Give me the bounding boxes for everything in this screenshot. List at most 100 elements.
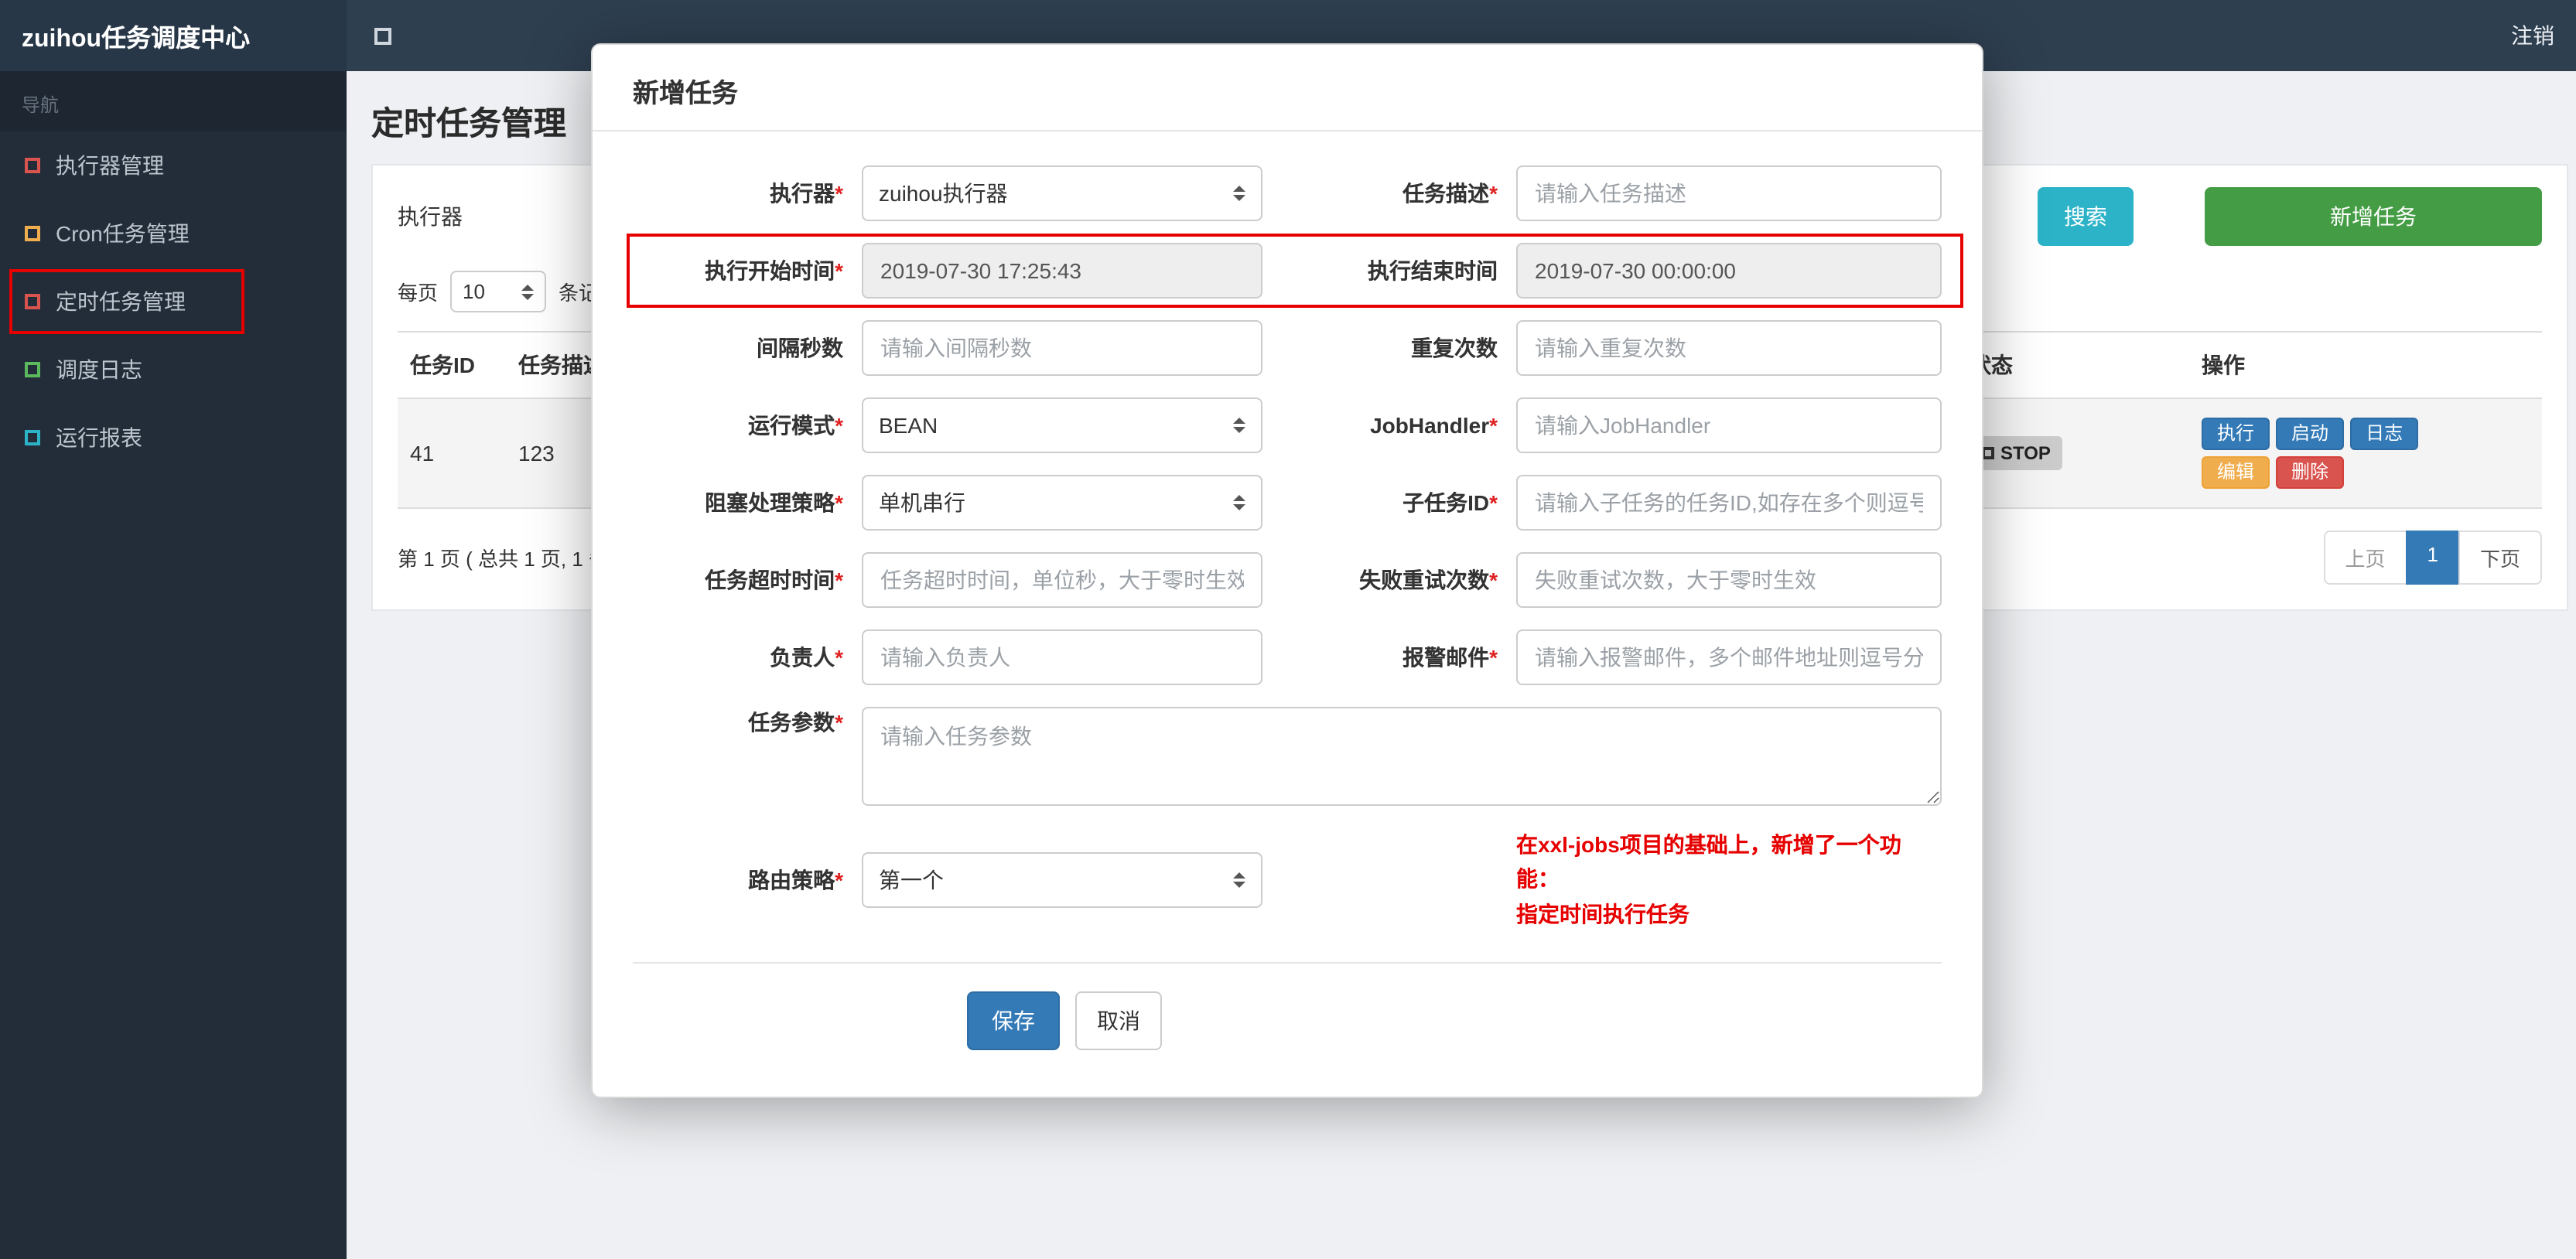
end-time-input[interactable]	[1516, 243, 1942, 299]
delete-button[interactable]: 删除	[2276, 456, 2345, 490]
run-mode-select[interactable]: BEAN	[862, 397, 1262, 453]
select-caret-icon	[1233, 186, 1245, 201]
fail-retry-input[interactable]	[1516, 552, 1942, 608]
executor-select-value: zuihou执行器	[879, 181, 1008, 206]
job-handler-input[interactable]	[1516, 397, 1942, 453]
save-button[interactable]: 保存	[967, 991, 1060, 1051]
select-caret-icon	[1233, 418, 1245, 433]
header-actions: 操作	[2189, 331, 2542, 399]
run-mode-select-value: BEAN	[879, 413, 938, 438]
sidebar-item-run-report[interactable]: 运行报表	[0, 404, 347, 472]
field-label: 执行开始时间*	[705, 258, 843, 283]
field-label: 路由策略*	[748, 867, 843, 892]
required-asterisk: *	[1489, 181, 1498, 206]
sidebar-item-cron-manage[interactable]: Cron任务管理	[0, 200, 347, 268]
sidebar-item-executor-manage[interactable]: 执行器管理	[0, 131, 347, 200]
modal-note: 在xxl-jobs项目的基础上，新增了一个功能： 指定时间执行任务	[1516, 827, 1942, 931]
next-page-button[interactable]: 下页	[2458, 531, 2542, 585]
start-time-input[interactable]	[862, 243, 1262, 299]
start-button[interactable]: 启动	[2276, 418, 2345, 451]
per-page-prefix-label: 每页	[398, 281, 439, 305]
owner-input[interactable]	[862, 630, 1262, 685]
log-button[interactable]: 日志	[2350, 418, 2419, 451]
modal-note-line1: 在xxl-jobs项目的基础上，新增了一个功能：	[1516, 832, 1901, 892]
required-asterisk: *	[835, 181, 843, 206]
app-brand: zuihou任务调度中心	[0, 0, 347, 71]
square-icon	[25, 362, 40, 377]
square-icon	[25, 430, 40, 445]
modal-body: 执行器* zuihou执行器 任务描述* 执行开始时间*	[593, 131, 1982, 964]
status-cell: STOP	[1957, 398, 2189, 510]
field-label: 子任务ID*	[1402, 490, 1498, 515]
interval-input[interactable]	[862, 320, 1262, 376]
field-label: 失败重试次数*	[1359, 568, 1498, 592]
required-asterisk: *	[835, 645, 843, 670]
sidebar-item-label: 定时任务管理	[56, 289, 186, 314]
required-asterisk: *	[1489, 490, 1498, 515]
prev-page-button[interactable]: 上页	[2323, 531, 2407, 585]
field-label: 执行器*	[770, 181, 843, 206]
modal-note-line2: 指定时间执行任务	[1516, 901, 1689, 926]
select-caret-icon	[1233, 872, 1245, 888]
field-label: 任务超时时间*	[705, 568, 843, 592]
add-job-button[interactable]: 新增任务	[2205, 187, 2542, 246]
field-label: 间隔秒数	[757, 336, 843, 360]
field-label: 任务描述*	[1402, 181, 1498, 206]
child-job-id-input[interactable]	[1516, 475, 1942, 531]
field-label: 运行模式*	[748, 413, 843, 438]
required-asterisk: *	[835, 867, 843, 892]
actions-cell: 执行 启动 日志 编辑 删除	[2189, 398, 2542, 510]
required-asterisk: *	[835, 258, 843, 283]
sidebar: 导航 执行器管理 Cron任务管理 定时任务管理 调度日志 运行报表	[0, 71, 347, 1259]
page-1-button[interactable]: 1	[2405, 531, 2460, 585]
repeat-count-input[interactable]	[1516, 320, 1942, 376]
job-param-textarea[interactable]	[862, 707, 1942, 806]
header-job-id: 任务ID	[398, 331, 506, 399]
field-label: 重复次数	[1411, 336, 1498, 360]
field-label: 负责人*	[770, 645, 843, 670]
route-strategy-select[interactable]: 第一个	[862, 851, 1262, 908]
executor-select[interactable]: zuihou执行器	[862, 165, 1262, 221]
logout-link[interactable]: 注销	[2511, 20, 2554, 51]
required-asterisk: *	[835, 490, 843, 515]
pager: 上页 1 下页	[2323, 531, 2542, 585]
sidebar-item-timed-job-manage[interactable]: 定时任务管理	[0, 268, 347, 336]
required-asterisk: *	[1489, 645, 1498, 670]
required-asterisk: *	[835, 568, 843, 592]
status-badge: STOP	[1970, 436, 2063, 471]
square-icon	[25, 226, 40, 241]
block-strategy-select[interactable]: 单机串行	[862, 475, 1262, 531]
job-desc-input[interactable]	[1516, 165, 1942, 221]
required-asterisk: *	[1489, 568, 1498, 592]
executor-filter-label: 执行器	[398, 204, 463, 229]
field-label: 报警邮件*	[1402, 645, 1498, 670]
cancel-button[interactable]: 取消	[1075, 991, 1162, 1051]
sidebar-toggle-icon[interactable]	[374, 27, 391, 44]
field-label: JobHandler*	[1370, 413, 1498, 438]
sidebar-item-label: 运行报表	[56, 425, 142, 450]
page-size-select[interactable]: 10	[450, 271, 547, 312]
search-button[interactable]: 搜索	[2038, 187, 2134, 246]
field-label: 阻塞处理策略*	[705, 490, 843, 515]
field-label: 任务参数*	[748, 710, 843, 735]
sidebar-section-label: 导航	[0, 71, 347, 131]
header-status: 状态	[1957, 331, 2189, 399]
square-icon	[25, 294, 40, 309]
app: zuihou任务调度中心 注销 导航 执行器管理 Cron任务管理 定时任务管理…	[0, 0, 2576, 1259]
alarm-email-input[interactable]	[1516, 630, 1942, 685]
sidebar-menu: 执行器管理 Cron任务管理 定时任务管理 调度日志 运行报表	[0, 131, 347, 472]
required-asterisk: *	[835, 413, 843, 438]
select-caret-icon	[521, 284, 535, 299]
run-button[interactable]: 执行	[2202, 418, 2270, 451]
required-asterisk: *	[1489, 413, 1498, 438]
edit-button[interactable]: 编辑	[2202, 456, 2270, 490]
select-caret-icon	[1233, 495, 1245, 510]
timeout-input[interactable]	[862, 552, 1262, 608]
sidebar-item-schedule-log[interactable]: 调度日志	[0, 336, 347, 404]
sidebar-item-label: 调度日志	[56, 357, 142, 382]
modal-title: 新增任务	[593, 45, 1982, 131]
square-icon	[25, 158, 40, 173]
field-label: 执行结束时间	[1368, 258, 1498, 283]
stop-square-icon	[1982, 447, 1994, 460]
sidebar-item-label: 执行器管理	[56, 153, 164, 178]
